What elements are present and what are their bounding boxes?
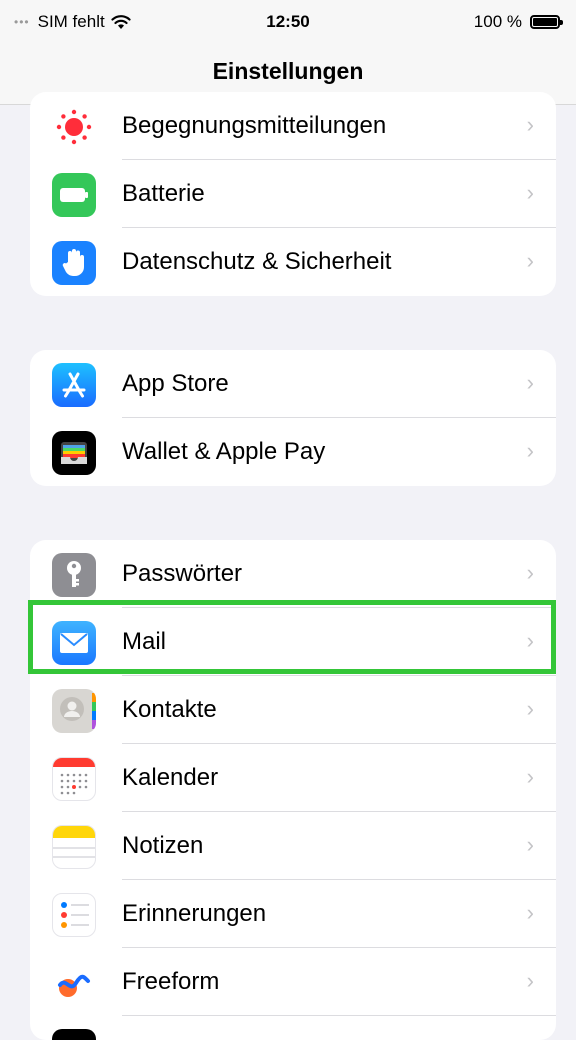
notes-icon: [52, 825, 96, 869]
settings-group-store: App Store › Wallet & Apple Pay ›: [30, 350, 556, 486]
app-store-icon: [52, 363, 96, 407]
chevron-right-icon: ›: [526, 696, 534, 721]
chevron-right-icon: ›: [526, 832, 534, 857]
row-freeform[interactable]: Freeform ›: [30, 948, 556, 1016]
row-notizen[interactable]: Notizen ›: [30, 812, 556, 880]
row-passwoerter[interactable]: Passwörter ›: [30, 540, 556, 608]
row-label: Batterie: [122, 180, 205, 207]
chevron-right-icon: ›: [526, 900, 534, 925]
row-batterie[interactable]: Batterie ›: [30, 160, 556, 228]
status-right: 100 %: [473, 12, 563, 32]
key-icon: [52, 553, 96, 597]
row-app-store[interactable]: App Store ›: [30, 350, 556, 418]
row-label: Erinnerungen: [122, 900, 267, 927]
row-kalender[interactable]: Kalender ›: [30, 744, 556, 812]
calendar-icon: [52, 757, 96, 801]
battery-percent: 100 %: [473, 12, 522, 31]
row-partial[interactable]: [30, 1016, 556, 1040]
chevron-right-icon: ›: [526, 968, 534, 993]
row-begegnungsmitteilungen[interactable]: Begegnungsmitteilungen ›: [30, 92, 556, 160]
chevron-right-icon: ›: [526, 180, 534, 205]
battery-icon: [52, 173, 96, 217]
chevron-right-icon: ›: [526, 764, 534, 789]
row-label: App Store: [122, 370, 229, 397]
exposure-notification-icon: [52, 105, 96, 149]
freeform-icon: [52, 961, 96, 1005]
row-label: Freeform: [122, 968, 220, 995]
chevron-right-icon: ›: [526, 112, 534, 137]
chevron-right-icon: ›: [526, 560, 534, 585]
row-erinnerungen[interactable]: Erinnerungen ›: [30, 880, 556, 948]
row-datenschutz[interactable]: Datenschutz & Sicherheit ›: [30, 228, 556, 296]
row-label: Passwörter: [122, 560, 243, 587]
hand-icon: [52, 241, 96, 285]
chevron-right-icon: ›: [526, 248, 534, 273]
chevron-right-icon: ›: [526, 370, 534, 395]
row-kontakte[interactable]: Kontakte ›: [30, 676, 556, 744]
row-label: Datenschutz & Sicherheit: [122, 248, 392, 275]
chevron-right-icon: ›: [526, 438, 534, 463]
battery-status-icon: [530, 15, 563, 29]
status-bar: ••• SIM fehlt 12:50 100 %: [0, 0, 576, 44]
row-label: Kontakte: [122, 696, 217, 723]
row-label: Begegnungsmitteilungen: [122, 112, 387, 139]
app-icon: [52, 1029, 96, 1040]
row-label: Notizen: [122, 832, 204, 859]
mail-highlight-box: [28, 600, 556, 674]
reminders-icon: [52, 893, 96, 937]
contacts-icon: [52, 689, 96, 733]
settings-group-privacy: Begegnungsmitteilungen › Batterie › Date…: [30, 92, 556, 296]
row-label: Kalender: [122, 764, 219, 791]
wallet-icon: [52, 431, 96, 475]
page-title: Einstellungen: [212, 58, 364, 84]
row-wallet[interactable]: Wallet & Apple Pay ›: [30, 418, 556, 486]
row-label: Wallet & Apple Pay: [122, 438, 326, 465]
